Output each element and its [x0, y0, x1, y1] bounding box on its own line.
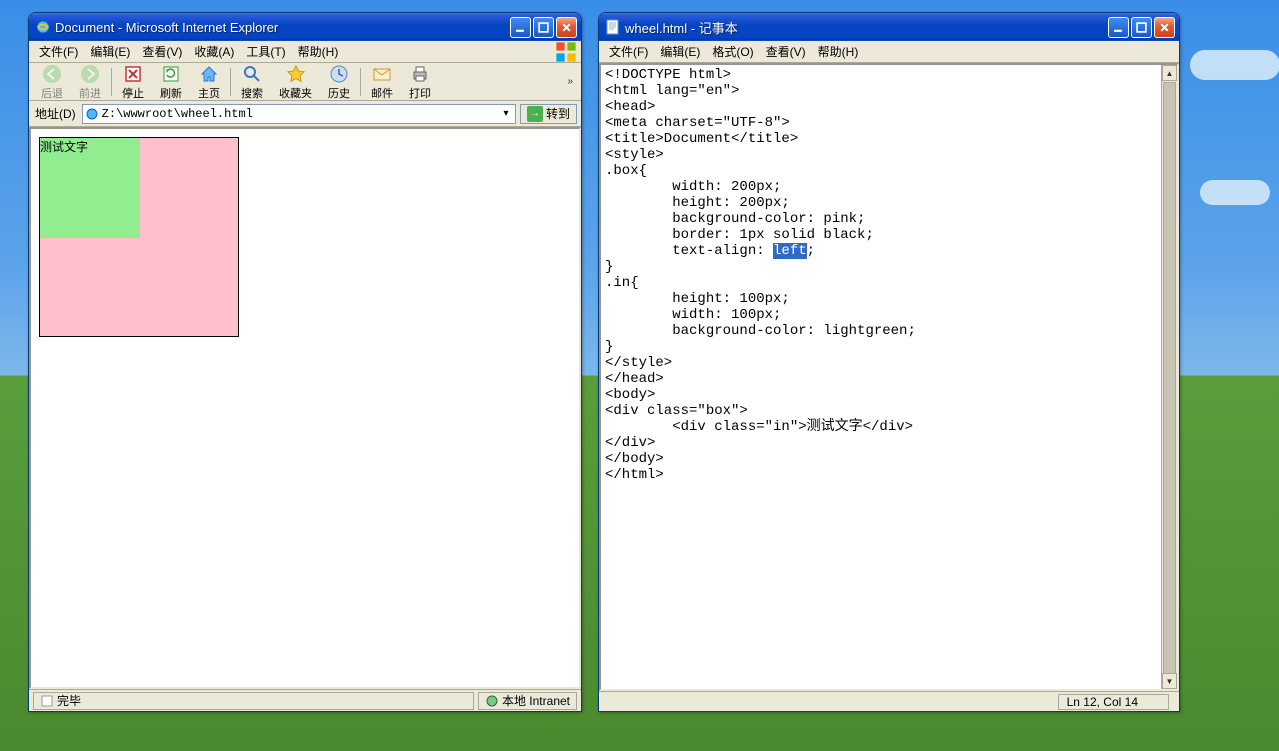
ie-mail-button[interactable]: 邮件 — [363, 63, 401, 101]
np-menu-file[interactable]: 文件(F) — [603, 41, 654, 62]
ie-titlebar[interactable]: Document - Microsoft Internet Explorer — [29, 13, 581, 41]
np-minimize-button[interactable] — [1108, 17, 1129, 38]
done-icon — [40, 694, 54, 708]
address-dropdown-icon[interactable]: ▾ — [499, 108, 513, 119]
search-icon — [242, 64, 262, 84]
ie-page-viewport[interactable]: 测试文字 — [29, 127, 581, 689]
ie-menubar: 文件(F) 编辑(E) 查看(V) 收藏(A) 工具(T) 帮助(H) — [29, 41, 581, 63]
go-arrow-icon: → — [527, 106, 543, 122]
star-icon — [286, 64, 306, 84]
demo-box: 测试文字 — [39, 137, 239, 337]
intranet-icon — [485, 694, 499, 708]
home-icon — [199, 64, 219, 84]
ie-print-button[interactable]: 打印 — [401, 63, 439, 101]
back-icon — [42, 64, 62, 84]
toolbar-overflow-icon[interactable]: » — [563, 76, 577, 87]
ie-search-button[interactable]: 搜索 — [233, 63, 271, 101]
ie-forward-button[interactable]: 前进 — [71, 63, 109, 101]
address-input[interactable] — [102, 107, 499, 121]
np-statusbar: Ln 12, Col 14 — [599, 691, 1179, 711]
ie-close-button[interactable] — [556, 17, 577, 38]
scroll-up-icon[interactable]: ▲ — [1162, 65, 1177, 81]
np-maximize-button[interactable] — [1131, 17, 1152, 38]
address-label: 地址(D) — [33, 105, 78, 122]
np-title: wheel.html - 记事本 — [625, 18, 1108, 37]
ie-menu-help[interactable]: 帮助(H) — [292, 41, 345, 62]
np-close-button[interactable] — [1154, 17, 1175, 38]
np-menu-format[interactable]: 格式(O) — [706, 41, 759, 62]
ie-refresh-button[interactable]: 刷新 — [152, 63, 190, 101]
ie-minimize-button[interactable] — [510, 17, 531, 38]
stop-icon — [123, 64, 143, 84]
mail-icon — [372, 64, 392, 84]
history-icon — [329, 64, 349, 84]
ie-window: Document - Microsoft Internet Explorer 文… — [28, 12, 582, 712]
address-field[interactable]: ▾ — [82, 104, 516, 124]
ie-menu-edit[interactable]: 编辑(E) — [84, 41, 136, 62]
go-button[interactable]: → 转到 — [520, 104, 577, 124]
status-zone: 本地 Intranet — [478, 692, 577, 710]
forward-icon — [80, 64, 100, 84]
ie-toolbar: 后退 前进 停止 刷新 主页 搜索 收藏夹 历史 — [29, 63, 581, 101]
ie-menu-file[interactable]: 文件(F) — [33, 41, 84, 62]
selected-text: left — [773, 243, 807, 259]
status-left: 完毕 — [33, 692, 474, 710]
scroll-down-icon[interactable]: ▼ — [1162, 673, 1177, 689]
ie-statusbar: 完毕 本地 Intranet — [29, 689, 581, 711]
ie-menu-favorites[interactable]: 收藏(A) — [188, 41, 240, 62]
np-menu-view[interactable]: 查看(V) — [760, 41, 812, 62]
np-menu-edit[interactable]: 编辑(E) — [654, 41, 706, 62]
ie-address-bar: 地址(D) ▾ → 转到 — [29, 101, 581, 127]
ie-history-button[interactable]: 历史 — [320, 63, 358, 101]
ie-icon — [35, 19, 51, 35]
np-editor[interactable]: <!DOCTYPE html><html lang="en"><head><me… — [599, 63, 1179, 691]
ie-favorites-button[interactable]: 收藏夹 — [271, 63, 320, 101]
ie-menu-view[interactable]: 查看(V) — [136, 41, 188, 62]
notepad-icon — [605, 19, 621, 35]
np-cursor-position: Ln 12, Col 14 — [1058, 694, 1169, 710]
ie-menu-tools[interactable]: 工具(T) — [240, 41, 291, 62]
ie-home-button[interactable]: 主页 — [190, 63, 228, 101]
ie-back-button[interactable]: 后退 — [33, 63, 71, 101]
print-icon — [410, 64, 430, 84]
page-icon — [85, 107, 99, 121]
np-menu-help[interactable]: 帮助(H) — [812, 41, 865, 62]
demo-inner: 测试文字 — [40, 138, 140, 238]
ie-maximize-button[interactable] — [533, 17, 554, 38]
ie-stop-button[interactable]: 停止 — [114, 63, 152, 101]
np-text-content[interactable]: <!DOCTYPE html><html lang="en"><head><me… — [601, 65, 1161, 689]
np-menubar: 文件(F) 编辑(E) 格式(O) 查看(V) 帮助(H) — [599, 41, 1179, 63]
np-vertical-scrollbar[interactable]: ▲ ▼ — [1161, 65, 1177, 689]
refresh-icon — [161, 64, 181, 84]
scroll-thumb[interactable] — [1163, 82, 1176, 691]
np-titlebar[interactable]: wheel.html - 记事本 — [599, 13, 1179, 41]
notepad-window: wheel.html - 记事本 文件(F) 编辑(E) 格式(O) 查看(V)… — [598, 12, 1180, 712]
windows-flag-icon — [555, 43, 577, 61]
ie-title: Document - Microsoft Internet Explorer — [55, 20, 510, 35]
